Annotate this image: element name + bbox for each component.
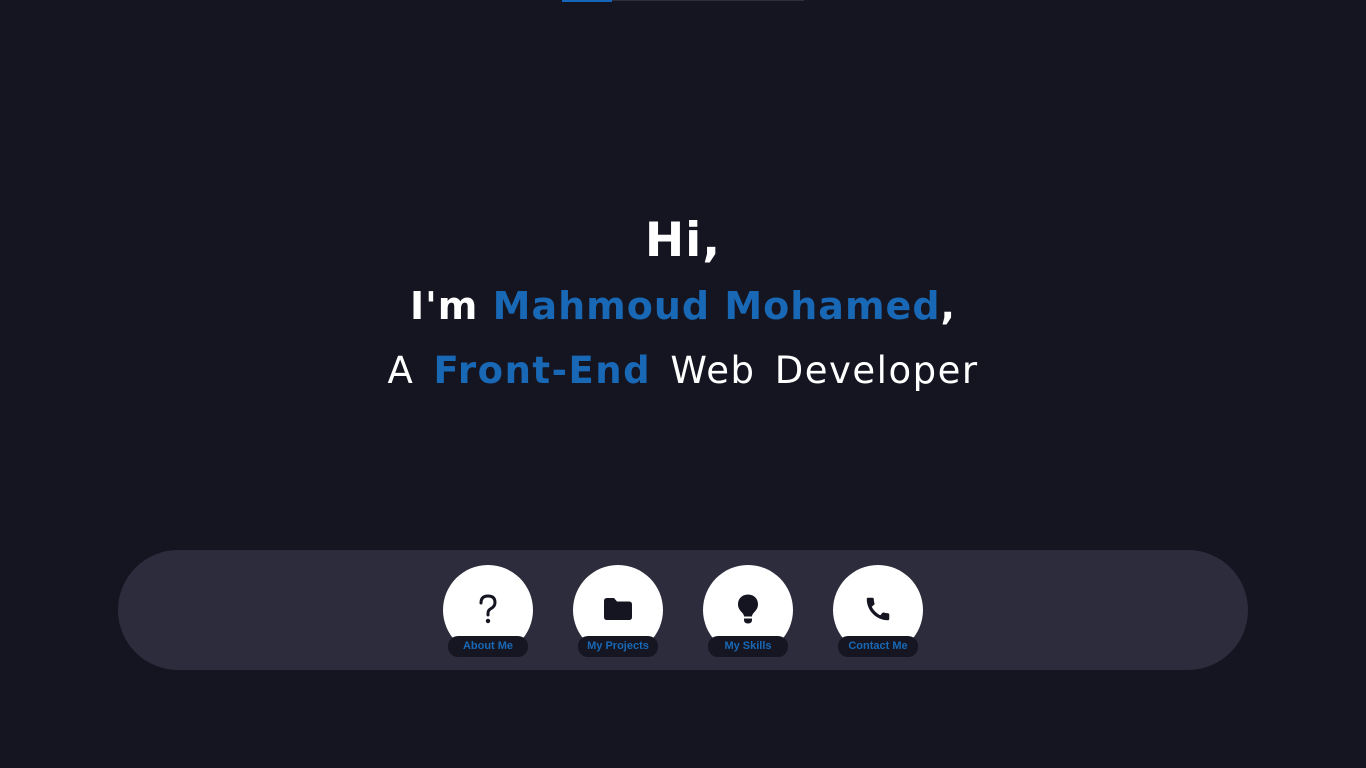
contact-me-button[interactable]: Contact Me bbox=[833, 565, 923, 657]
about-me-label: About Me bbox=[448, 636, 528, 657]
my-skills-button[interactable]: My Skills bbox=[703, 565, 793, 657]
developer-name: Mahmoud Mohamed bbox=[492, 284, 941, 328]
hero-intro: I'm Mahmoud Mohamed, bbox=[0, 274, 1366, 338]
navigation-dock: About Me My Projects My Skills Contact M… bbox=[118, 550, 1248, 670]
hero-role: A Front-End Web Developer bbox=[0, 338, 1366, 404]
hero-section: Hi, I'm Mahmoud Mohamed, A Front-End Web… bbox=[0, 208, 1366, 404]
intro-suffix: , bbox=[940, 284, 956, 328]
top-progress-indicator bbox=[562, 0, 612, 2]
dock-items: About Me My Projects My Skills Contact M… bbox=[443, 565, 923, 657]
lightbulb-icon bbox=[732, 593, 764, 625]
my-projects-button[interactable]: My Projects bbox=[573, 565, 663, 657]
role-prefix: A bbox=[387, 349, 434, 392]
phone-icon bbox=[862, 593, 894, 625]
my-projects-label: My Projects bbox=[578, 636, 658, 657]
intro-prefix: I'm bbox=[410, 284, 493, 328]
hero-greeting: Hi, bbox=[644, 213, 722, 268]
about-me-button[interactable]: About Me bbox=[443, 565, 533, 657]
my-skills-label: My Skills bbox=[708, 636, 788, 657]
question-icon bbox=[472, 593, 504, 625]
role-suffix: Web Developer bbox=[651, 349, 979, 392]
folder-icon bbox=[602, 593, 634, 625]
contact-me-label: Contact Me bbox=[838, 636, 918, 657]
top-progress-bar bbox=[562, 0, 804, 2]
role-highlight: Front-End bbox=[433, 349, 652, 392]
